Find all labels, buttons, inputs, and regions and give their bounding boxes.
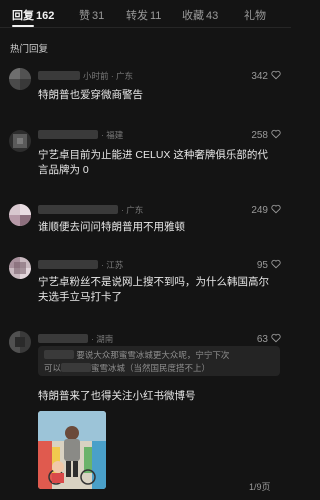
section-title: 热门回复 <box>10 44 49 55</box>
image-page-count: 1/9页 <box>249 482 271 492</box>
like-button[interactable]: 95 <box>257 259 281 271</box>
avatar[interactable] <box>9 204 31 226</box>
like-button[interactable]: 258 <box>251 129 281 141</box>
avatar[interactable] <box>9 130 31 152</box>
tab-reposts[interactable]: 转发 11 <box>126 7 161 23</box>
comment-text: 谁顺便去问问特朗普用不用雅顿 <box>38 221 185 233</box>
like-count: 63 <box>256 334 268 345</box>
heart-icon <box>271 204 281 214</box>
heart-icon <box>271 259 281 269</box>
comment-image[interactable] <box>38 411 106 489</box>
blurred-username <box>61 363 92 372</box>
avatar[interactable] <box>9 331 31 353</box>
active-tab-indicator <box>12 25 34 27</box>
like-button[interactable]: 63 <box>257 333 281 345</box>
like-count: 95 <box>256 260 268 271</box>
blurred-username <box>44 350 74 359</box>
like-count: 342 <box>251 71 268 82</box>
comment-meta: · 广东 <box>38 204 143 216</box>
tab-label: 收藏 <box>182 10 204 22</box>
comment-text: 宁艺卓目前为止能进 CELUX 这种奢牌俱乐部的代言品牌为 0 <box>38 149 268 176</box>
tab-count: 11 <box>150 10 162 22</box>
heart-icon <box>271 70 281 80</box>
tab-replies[interactable]: 回复 162 <box>12 7 54 23</box>
quoted-reply[interactable]: 要说大众那蜜雪冰城更大众呢，宁宁下次 可以 蜜雪冰城（当然国民度搭不上） <box>38 346 280 376</box>
tab-count: 162 <box>36 10 55 22</box>
comment-meta: · 江苏 <box>38 259 123 271</box>
tab-likes[interactable]: 赞 31 <box>79 7 104 23</box>
like-button[interactable]: 342 <box>251 70 281 82</box>
avatar[interactable] <box>9 257 31 279</box>
tab-count: 31 <box>92 10 105 22</box>
tab-label: 礼物 <box>244 10 266 22</box>
heart-icon <box>271 129 281 139</box>
tab-bar: 回复 162 赞 31 转发 11 收藏 43 礼物 <box>0 0 291 28</box>
comment-text: 宁艺卓粉丝不是说网上搜不到吗，为什么韩国高尔夫选手立马打卡了 <box>38 276 269 303</box>
quote-text: 要说大众那蜜雪冰城更大众呢，宁宁下次 <box>76 350 230 360</box>
like-button[interactable]: 249 <box>251 204 281 216</box>
quote-text: 蜜雪冰城（当然国民度搭不上） <box>91 363 211 373</box>
quote-text: 可以 <box>44 363 62 373</box>
tab-favorites[interactable]: 收藏 43 <box>182 7 218 23</box>
comment-text: 特朗普来了也得关注小红书微博号 <box>38 390 196 402</box>
like-count: 258 <box>251 130 268 141</box>
avatar[interactable] <box>9 68 31 90</box>
comment-meta: · 福建 <box>38 129 123 141</box>
comment-meta: · 湖南 <box>38 333 113 345</box>
tab-count: 43 <box>206 10 219 22</box>
tab-label: 赞 <box>79 10 90 22</box>
tab-label: 转发 <box>126 10 148 22</box>
tab-label: 回复 <box>12 10 34 22</box>
comment-text: 特朗普也爱穿微商警告 <box>38 89 143 101</box>
heart-icon <box>271 333 281 343</box>
like-count: 249 <box>251 205 268 216</box>
comment-meta: 小时前 · 广东 <box>38 70 133 82</box>
tab-gifts[interactable]: 礼物 <box>244 7 266 23</box>
